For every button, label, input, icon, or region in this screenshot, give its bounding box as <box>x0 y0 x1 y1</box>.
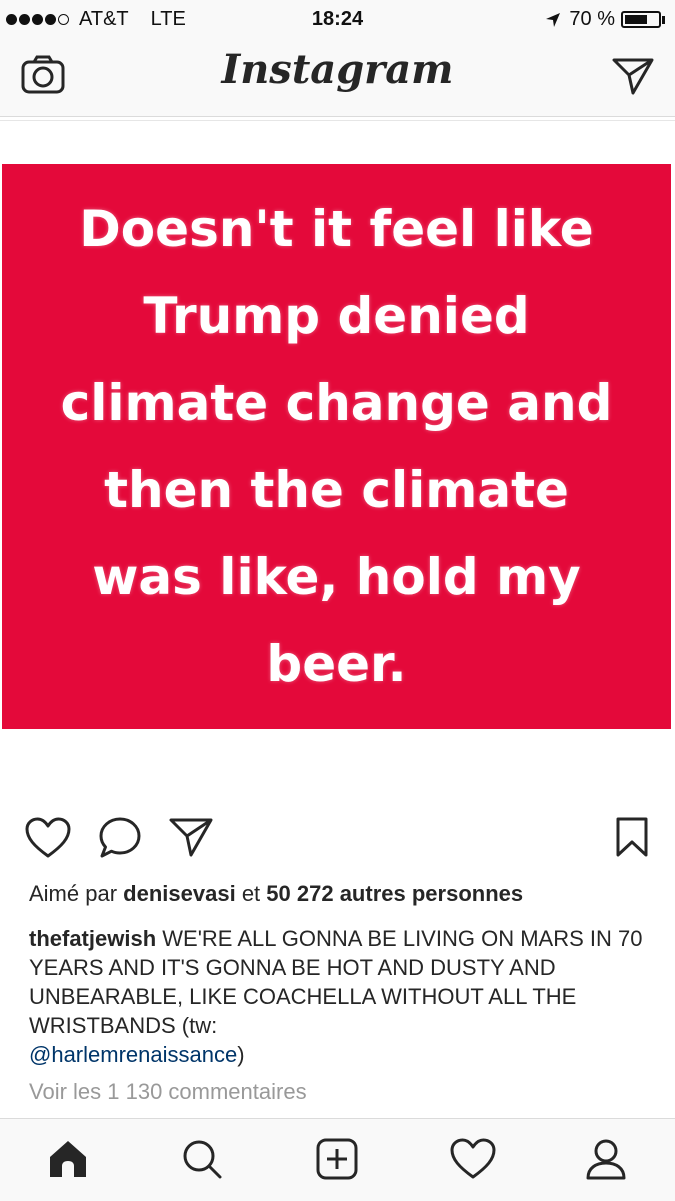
bookmark-icon <box>616 817 648 857</box>
search-icon <box>183 1140 222 1179</box>
status-bar: AT&T LTE 18:24 70 % <box>0 0 675 40</box>
caption-end: ) <box>237 1042 245 1067</box>
post-actions <box>0 812 675 868</box>
battery-level <box>625 15 648 24</box>
tab-home[interactable] <box>46 1137 90 1186</box>
top-nav-bar: Instagram <box>0 40 675 117</box>
likes-count[interactable]: 50 272 autres personnes <box>266 881 523 906</box>
home-icon <box>50 1141 86 1177</box>
share-icon <box>169 818 213 857</box>
likes-connector: et <box>241 881 261 906</box>
post-image-text: Doesn't it feel like Trump denied climat… <box>60 199 613 693</box>
tab-new-post[interactable] <box>315 1137 359 1186</box>
location-arrow-icon <box>546 12 561 27</box>
likes-prefix: Aimé par <box>29 881 118 906</box>
caption-mention[interactable]: @harlemrenaissance <box>29 1042 237 1067</box>
status-right: 70 % <box>545 8 665 31</box>
comment-icon <box>99 817 141 858</box>
battery-icon <box>621 11 661 28</box>
tab-profile[interactable] <box>584 1137 628 1186</box>
post-caption: thefatjewish WE'RE ALL GONNA BE LIVING O… <box>29 924 649 1069</box>
direct-message-button[interactable] <box>611 56 655 101</box>
profile-icon <box>586 1139 626 1180</box>
bottom-tab-bar <box>0 1118 675 1201</box>
like-button[interactable] <box>24 816 72 865</box>
caption-username[interactable]: thefatjewish <box>29 926 156 951</box>
direct-send-icon <box>612 58 654 95</box>
comment-button[interactable] <box>98 816 142 865</box>
activity-heart-icon <box>450 1138 496 1179</box>
nav-divider <box>0 120 675 121</box>
view-comments-link[interactable]: Voir les 1 130 commentaires <box>29 1079 307 1105</box>
liker-username[interactable]: denisevasi <box>123 881 236 906</box>
add-post-icon <box>316 1138 358 1180</box>
instagram-logo: Instagram <box>221 46 454 93</box>
tab-activity[interactable] <box>449 1137 497 1186</box>
battery-cap <box>662 15 665 24</box>
tab-search[interactable] <box>180 1137 224 1186</box>
share-button[interactable] <box>168 816 214 863</box>
post-image[interactable]: Doesn't it feel like Trump denied climat… <box>2 164 671 729</box>
likes-summary: Aimé par denisevasi et 50 272 autres per… <box>29 881 523 907</box>
battery-percent: 70 % <box>569 8 615 30</box>
heart-icon <box>25 817 71 858</box>
save-button[interactable] <box>614 816 650 863</box>
